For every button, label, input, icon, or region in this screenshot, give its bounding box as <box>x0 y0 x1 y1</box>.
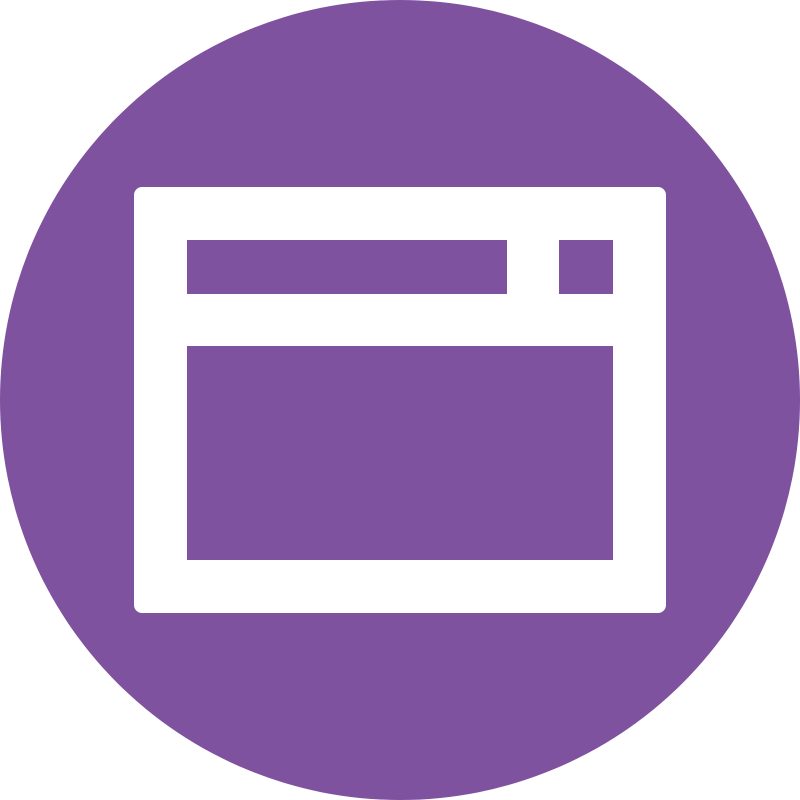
address-bar-slot <box>187 240 507 294</box>
browser-window-icon <box>134 187 666 613</box>
icon-canvas <box>0 0 800 800</box>
button-slot <box>559 240 613 294</box>
content-area <box>187 346 613 560</box>
